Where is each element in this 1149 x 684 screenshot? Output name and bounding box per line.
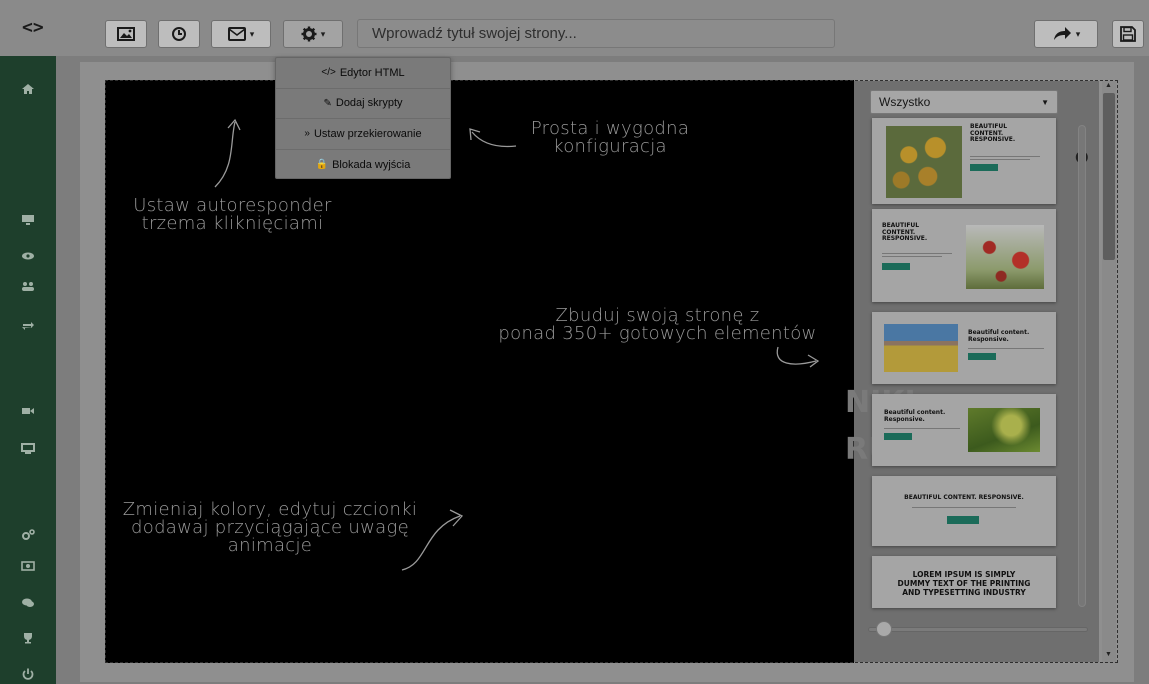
scroll-down-icon[interactable]: ▼ [1105, 651, 1112, 658]
chevron-down-icon: ▼ [1041, 97, 1049, 107]
annotation-colors: Zmieniaj kolory, edytuj czcionki dodawaj… [122, 499, 418, 556]
menu-item-label: Blokada wyjścia [332, 158, 411, 171]
template-thumb[interactable]: Beautiful content. Responsive. [872, 312, 1056, 384]
thumb-cta [947, 516, 979, 524]
chevron-down-icon: ▾ [320, 28, 326, 39]
menu-item-label: Ustaw przekierowanie [313, 127, 422, 140]
lock-icon: 🔒 [315, 159, 329, 171]
users-icon[interactable] [19, 279, 37, 293]
image-button[interactable] [105, 20, 147, 48]
menu-item-label: Edytor HTML [339, 66, 405, 79]
canvas-scrollbar[interactable]: ▲ ▼ [1102, 81, 1116, 663]
template-thumb[interactable]: LOREM IPSUM IS SIMPLY DUMMY TEXT OF THE … [872, 556, 1056, 608]
thumb-title: BEAUTIFUL CONTENT. RESPONSIVE. [904, 494, 1024, 501]
slider-track [868, 627, 1088, 632]
annotation-config: Prosta i wygodna konfiguracja [530, 118, 690, 157]
code-toggle-button[interactable]: <> [22, 17, 44, 38]
thumbs-scrollbar[interactable] [1078, 125, 1086, 607]
floppy-disk-icon [1120, 26, 1136, 42]
template-thumb[interactable]: Beautiful content. Responsive. [872, 394, 1056, 466]
video-camera-icon[interactable] [19, 404, 37, 418]
annotation-build: Zbuduj swoją stronę z ponad 350+ gotowyc… [498, 305, 817, 344]
page-title-input[interactable] [357, 19, 835, 48]
sidebar [0, 56, 56, 684]
template-thumb[interactable]: BEAUTIFUL CONTENT. RESPONSIVE. [872, 118, 1056, 204]
template-thumb[interactable]: BEAUTIFUL CONTENT. RESPONSIVE. [872, 209, 1056, 302]
thumb-text [968, 346, 1044, 360]
schedule-button[interactable] [158, 20, 200, 48]
category-filter-select[interactable]: Wszystko ▼ [870, 90, 1058, 114]
double-chevron-icon: » [304, 128, 310, 140]
grass-image [968, 408, 1040, 452]
poppies-image [966, 225, 1044, 289]
menu-item-label: Dodaj skrypty [335, 97, 403, 110]
thumb-title: BEAUTIFUL CONTENT. RESPONSIVE. [970, 123, 1016, 143]
arrow-icon [469, 128, 517, 148]
zoom-slider[interactable] [868, 621, 1088, 637]
gear-icon [301, 26, 317, 42]
top-toolbar: <> ▾ ▾ ▾ [0, 0, 1149, 56]
thumb-title: Beautiful content. Responsive. [884, 409, 946, 423]
comments-icon[interactable] [19, 596, 37, 610]
menu-item-redirect[interactable]: » Ustaw przekierowanie [276, 119, 450, 150]
thumb-text [912, 505, 1016, 508]
desert-image [884, 324, 958, 372]
slider-handle[interactable] [876, 621, 892, 637]
home-icon[interactable] [19, 82, 37, 96]
redo-button[interactable]: ▾ [1034, 20, 1098, 48]
menu-item-add-scripts[interactable]: ✎ Dodaj skrypty [276, 89, 450, 119]
thumb-title: Beautiful content. Responsive. [968, 329, 1030, 343]
clock-icon [172, 27, 186, 41]
settings-button[interactable]: ▾ [283, 20, 343, 48]
scrollbar-thumb[interactable] [1103, 93, 1115, 260]
envelope-icon [227, 27, 246, 41]
thumb-title: BEAUTIFUL CONTENT. RESPONSIVE. [882, 222, 928, 242]
power-icon[interactable] [19, 667, 37, 681]
desktop-icon[interactable] [19, 213, 37, 227]
chevron-down-icon: ▾ [1075, 28, 1081, 39]
thumb-text [882, 251, 952, 270]
trophy-icon[interactable] [19, 631, 37, 645]
chevron-down-icon: ▾ [249, 28, 255, 39]
thumb-title: LOREM IPSUM IS SIMPLY DUMMY TEXT OF THE … [897, 570, 1031, 597]
share-arrow-icon [1053, 27, 1071, 40]
retweet-icon[interactable] [19, 319, 37, 333]
sunflowers-image [886, 126, 962, 198]
annotation-autoresponder: Ustaw autoresponder trzema kliknięciami [133, 195, 332, 234]
arrow-icon [776, 346, 820, 368]
mail-button[interactable]: ▾ [211, 20, 271, 48]
menu-item-html-editor[interactable]: </> Edytor HTML [276, 58, 450, 89]
settings-dropdown-menu: </> Edytor HTML ✎ Dodaj skrypty » Ustaw … [275, 57, 451, 179]
eye-icon[interactable] [19, 249, 37, 263]
thumb-text [970, 154, 1040, 171]
code-icon: </> [321, 67, 336, 79]
filter-value: Wszystko [879, 95, 931, 109]
thumb-text [884, 426, 960, 440]
cogs-icon[interactable] [19, 528, 37, 542]
image-icon [117, 27, 135, 41]
menu-item-exit-block[interactable]: 🔒 Blokada wyjścia [276, 150, 450, 181]
monitor-icon[interactable] [19, 442, 37, 456]
money-icon[interactable] [19, 559, 37, 573]
plug-icon: ✎ [323, 97, 332, 109]
arrow-icon [214, 118, 241, 188]
save-button[interactable] [1112, 20, 1144, 48]
arrow-icon [401, 509, 464, 571]
template-thumb[interactable]: BEAUTIFUL CONTENT. RESPONSIVE. [872, 476, 1056, 546]
scroll-up-icon[interactable]: ▲ [1105, 82, 1112, 89]
